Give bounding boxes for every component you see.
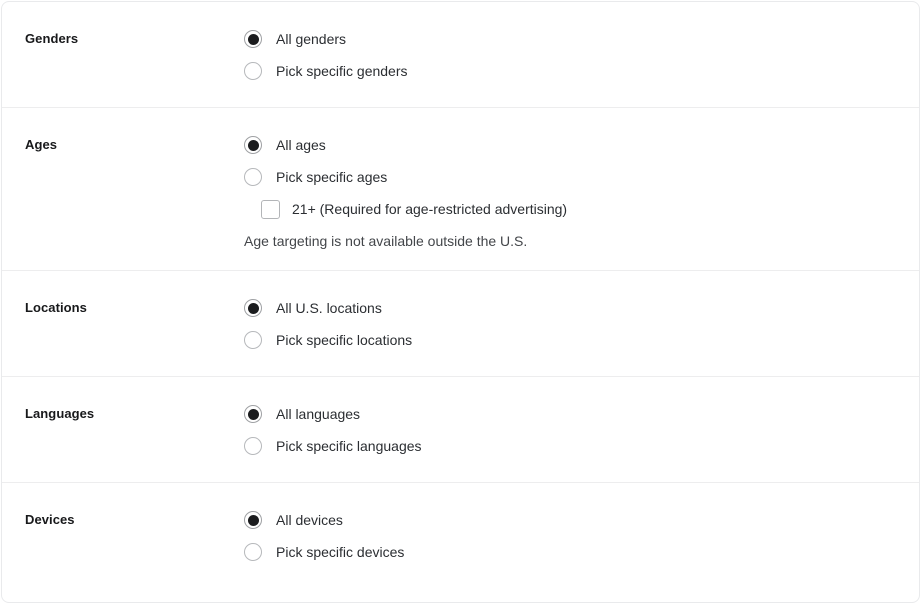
targeting-settings-card: Genders All genders Pick specific gender… [1,1,920,603]
radio-icon-pick-specific-locations[interactable] [244,331,262,349]
radio-option-all-languages[interactable]: All languages [244,398,903,430]
radio-label-all-devices: All devices [276,512,343,528]
section-label-ages: Ages [25,137,58,152]
radio-icon-all-languages[interactable] [244,405,262,423]
radio-option-all-devices[interactable]: All devices [244,504,903,536]
checkbox-label-age-restricted: 21+ (Required for age-restricted adverti… [292,201,568,217]
section-label-devices: Devices [25,512,75,527]
radio-icon-all-devices[interactable] [244,511,262,529]
radio-label-all-ages: All ages [276,137,326,153]
radio-option-pick-specific-devices[interactable]: Pick specific devices [244,536,903,568]
radio-option-pick-specific-ages[interactable]: Pick specific ages [244,161,903,193]
section-controls-languages: All languages Pick specific languages [244,398,919,462]
radio-option-all-genders[interactable]: All genders [244,23,903,55]
radio-icon-pick-specific-genders[interactable] [244,62,262,80]
radio-label-pick-specific-languages: Pick specific languages [276,438,422,454]
section-controls-ages: All ages Pick specific ages 21+ (Require… [244,129,919,250]
radio-label-pick-specific-devices: Pick specific devices [276,544,405,560]
radio-icon-all-ages[interactable] [244,136,262,154]
section-controls-devices: All devices Pick specific devices [244,504,919,568]
radio-label-all-languages: All languages [276,406,361,422]
radio-option-pick-specific-locations[interactable]: Pick specific locations [244,324,903,356]
radio-option-all-ages[interactable]: All ages [244,129,903,161]
radio-icon-pick-specific-devices[interactable] [244,543,262,561]
radio-label-pick-specific-genders: Pick specific genders [276,63,408,79]
section-languages: Languages All languages Pick specific la… [2,377,919,483]
section-ages: Ages All ages Pick specific ages 21+ (Re… [2,108,919,271]
section-genders: Genders All genders Pick specific gender… [2,2,919,108]
radio-label-all-us-locations: All U.S. locations [276,300,382,316]
section-locations: Locations All U.S. locations Pick specif… [2,271,919,377]
checkbox-icon-age-restricted[interactable] [261,199,280,219]
radio-icon-all-genders[interactable] [244,30,262,48]
radio-option-pick-specific-languages[interactable]: Pick specific languages [244,430,903,462]
radio-label-pick-specific-locations: Pick specific locations [276,332,413,348]
section-label-languages: Languages [25,406,95,421]
radio-icon-pick-specific-languages[interactable] [244,437,262,455]
radio-option-all-us-locations[interactable]: All U.S. locations [244,292,903,324]
section-devices: Devices All devices Pick specific device… [2,483,919,588]
radio-label-all-genders: All genders [276,31,347,47]
radio-option-pick-specific-genders[interactable]: Pick specific genders [244,55,903,87]
section-controls-genders: All genders Pick specific genders [244,23,919,87]
section-label-locations: Locations [25,300,87,315]
radio-label-pick-specific-ages: Pick specific ages [276,169,388,185]
checkbox-option-age-restricted[interactable]: 21+ (Required for age-restricted adverti… [244,193,903,225]
helper-note-ages: Age targeting is not available outside t… [244,233,528,249]
radio-icon-all-us-locations[interactable] [244,299,262,317]
radio-icon-pick-specific-ages[interactable] [244,168,262,186]
section-controls-locations: All U.S. locations Pick specific locatio… [244,292,919,356]
section-label-genders: Genders [25,31,79,46]
